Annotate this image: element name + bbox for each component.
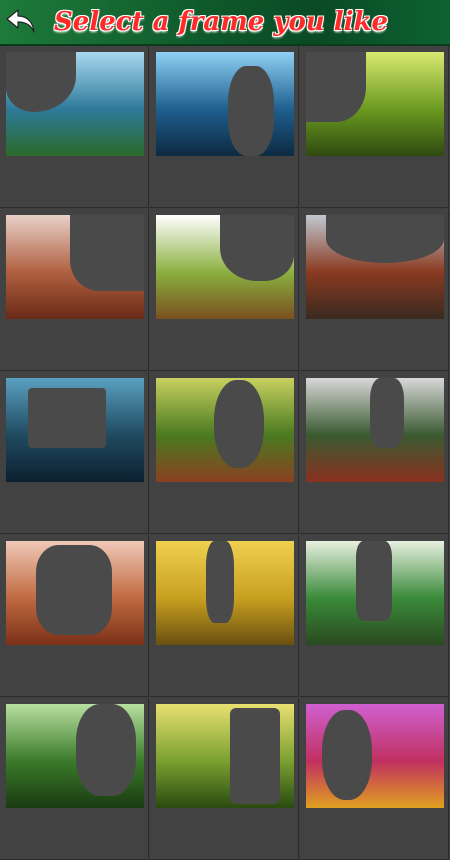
back-button[interactable] bbox=[4, 4, 40, 40]
frame-preview-image bbox=[156, 541, 294, 645]
header-bar: Select a frame you like bbox=[0, 0, 450, 46]
frame-preview-image bbox=[306, 378, 444, 482]
frame-thumbnail-birch-forest-path[interactable] bbox=[300, 535, 449, 697]
frame-preview-image bbox=[6, 52, 144, 156]
photo-placeholder-area bbox=[206, 541, 234, 623]
frame-thumbnail-green-twisted-trees[interactable] bbox=[0, 698, 149, 860]
photo-placeholder-area bbox=[326, 215, 444, 263]
photo-placeholder-area bbox=[6, 52, 76, 112]
photo-placeholder-area bbox=[70, 215, 144, 291]
frame-thumbnail-snowy-red-trees[interactable] bbox=[300, 209, 449, 371]
photo-placeholder-area bbox=[76, 704, 136, 796]
frame-thumbnail-sunlit-jungle[interactable] bbox=[150, 698, 299, 860]
frame-preview-image bbox=[156, 52, 294, 156]
frame-preview-image bbox=[306, 52, 444, 156]
frame-thumbnail-purple-autumn-path[interactable] bbox=[300, 698, 449, 860]
frame-thumbnail-park-bridge[interactable] bbox=[150, 209, 299, 371]
frame-preview-image bbox=[156, 378, 294, 482]
frame-thumbnail-mossy-forest-road[interactable] bbox=[150, 372, 299, 534]
frame-thumbnail-green-forest-path[interactable] bbox=[300, 46, 449, 208]
photo-placeholder-area bbox=[322, 710, 372, 800]
frame-preview-image bbox=[6, 215, 144, 319]
photo-placeholder-area bbox=[230, 708, 280, 804]
frame-grid bbox=[0, 46, 450, 860]
back-arrow-icon bbox=[6, 9, 35, 33]
frame-thumbnail-forest-rocks-path[interactable] bbox=[300, 372, 449, 534]
photo-placeholder-area bbox=[306, 52, 366, 122]
frame-preview-image bbox=[6, 378, 144, 482]
frame-preview-image bbox=[6, 541, 144, 645]
frame-preview-image bbox=[156, 215, 294, 319]
frame-preview-image bbox=[156, 704, 294, 808]
photo-placeholder-area bbox=[214, 380, 264, 468]
frame-thumbnail-blue-cave-frame[interactable] bbox=[0, 372, 149, 534]
photo-placeholder-area bbox=[28, 388, 106, 448]
frame-thumbnail-misty-river-forest[interactable] bbox=[0, 46, 149, 208]
page-title: Select a frame you like bbox=[54, 7, 389, 37]
frame-thumbnail-autumn-red-woods[interactable] bbox=[0, 209, 149, 371]
frame-thumbnail-pink-autumn-field[interactable] bbox=[0, 535, 149, 697]
frame-preview-image bbox=[6, 704, 144, 808]
frame-thumbnail-golden-tree-lane[interactable] bbox=[150, 535, 299, 697]
frame-preview-image bbox=[306, 215, 444, 319]
photo-placeholder-area bbox=[228, 66, 274, 156]
frame-thumbnail-blue-light-rays[interactable] bbox=[150, 46, 299, 208]
photo-placeholder-area bbox=[370, 378, 404, 448]
photo-placeholder-area bbox=[220, 215, 294, 281]
photo-placeholder-area bbox=[36, 545, 112, 635]
frame-preview-image bbox=[306, 704, 444, 808]
frame-preview-image bbox=[306, 541, 444, 645]
photo-placeholder-area bbox=[356, 541, 392, 621]
